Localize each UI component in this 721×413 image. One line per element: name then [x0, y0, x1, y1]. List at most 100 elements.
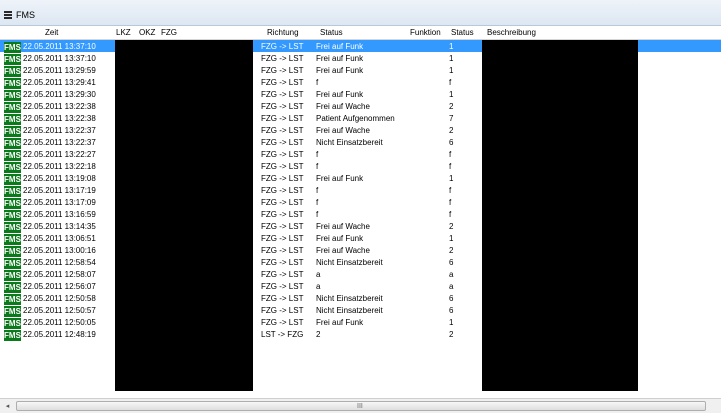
table-header: Zeit LKZ OKZ FZG Richtung Status Funktio… — [0, 26, 721, 40]
cell-status-text: Frei auf Wache — [316, 221, 370, 231]
fms-badge-icon: FMS — [4, 293, 21, 305]
column-header-okz[interactable]: OKZ — [139, 28, 155, 37]
cell-zeit: 22.05.2011 13:37:10 — [23, 53, 96, 63]
cell-status-code: 2 — [449, 245, 454, 255]
cell-status-code: f — [449, 149, 452, 159]
scroll-thumb[interactable]: III — [16, 401, 706, 411]
fms-badge-icon: FMS — [4, 245, 21, 257]
cell-richtung: FZG -> LST — [261, 113, 304, 123]
cell-richtung: FZG -> LST — [261, 245, 304, 255]
cell-zeit: 22.05.2011 12:50:05 — [23, 317, 96, 327]
cell-status-code: 1 — [449, 41, 454, 51]
cell-richtung: FZG -> LST — [261, 89, 304, 99]
cell-richtung: FZG -> LST — [261, 305, 304, 315]
cell-status-code: 1 — [449, 173, 454, 183]
fms-badge-icon: FMS — [4, 53, 21, 65]
cell-status-code: 1 — [449, 233, 454, 243]
fms-badge-icon: FMS — [4, 233, 21, 245]
cell-status-text: Nicht Einsatzbereit — [316, 305, 383, 315]
cell-richtung: FZG -> LST — [261, 53, 304, 63]
cell-status-text: Frei auf Wache — [316, 245, 370, 255]
column-header-fzg[interactable]: FZG — [161, 28, 177, 37]
cell-zeit: 22.05.2011 13:22:18 — [23, 161, 96, 171]
cell-richtung: FZG -> LST — [261, 101, 304, 111]
cell-zeit: 22.05.2011 13:19:08 — [23, 173, 96, 183]
cell-status-code: 2 — [449, 125, 454, 135]
fms-badge-icon: FMS — [4, 221, 21, 233]
cell-richtung: FZG -> LST — [261, 197, 304, 207]
fms-badge-icon: FMS — [4, 77, 21, 89]
column-header-beschreibung[interactable]: Beschreibung — [487, 28, 536, 37]
cell-zeit: 22.05.2011 12:50:57 — [23, 305, 96, 315]
cell-zeit: 22.05.2011 13:29:59 — [23, 65, 96, 75]
window-titlebar: FMS — [0, 0, 721, 26]
cell-status-text: Frei auf Funk — [316, 89, 364, 99]
cell-zeit: 22.05.2011 13:29:30 — [23, 89, 96, 99]
cell-status-text: 2 — [316, 329, 321, 339]
cell-status-code: 6 — [449, 257, 454, 267]
cell-richtung: FZG -> LST — [261, 173, 304, 183]
cell-zeit: 22.05.2011 12:50:58 — [23, 293, 96, 303]
cell-status-text: Frei auf Funk — [316, 317, 364, 327]
cell-zeit: 22.05.2011 13:17:09 — [23, 197, 96, 207]
cell-richtung: FZG -> LST — [261, 41, 304, 51]
cell-zeit: 22.05.2011 13:22:38 — [23, 113, 96, 123]
fms-badge-icon: FMS — [4, 209, 21, 221]
fms-badge-icon: FMS — [4, 329, 21, 341]
cell-status-text: a — [316, 281, 321, 291]
cell-richtung: FZG -> LST — [261, 269, 304, 279]
cell-status-text: Nicht Einsatzbereit — [316, 257, 383, 267]
cell-status-code: f — [449, 185, 452, 195]
cell-zeit: 22.05.2011 13:22:27 — [23, 149, 96, 159]
column-header-richtung[interactable]: Richtung — [267, 28, 299, 37]
redaction-block — [115, 40, 253, 391]
column-header-status[interactable]: Status — [320, 28, 343, 37]
cell-status-code: f — [449, 77, 452, 87]
cell-richtung: FZG -> LST — [261, 221, 304, 231]
fms-badge-icon: FMS — [4, 161, 21, 173]
cell-status-text: Frei auf Wache — [316, 101, 370, 111]
cell-status-code: 1 — [449, 53, 454, 63]
fms-badge-icon: FMS — [4, 125, 21, 137]
cell-richtung: FZG -> LST — [261, 209, 304, 219]
fms-badge-icon: FMS — [4, 65, 21, 77]
column-header-zeit[interactable]: Zeit — [45, 28, 58, 37]
cell-status-code: 7 — [449, 113, 454, 123]
fms-badge-icon: FMS — [4, 113, 21, 125]
cell-richtung: FZG -> LST — [261, 317, 304, 327]
cell-status-code: 2 — [449, 101, 454, 111]
fms-badge-icon: FMS — [4, 317, 21, 329]
cell-status-code: 1 — [449, 65, 454, 75]
cell-status-code: 2 — [449, 221, 454, 231]
cell-zeit: 22.05.2011 13:22:37 — [23, 137, 96, 147]
cell-zeit: 22.05.2011 13:22:37 — [23, 125, 96, 135]
cell-status-text: f — [316, 149, 319, 159]
grip-icon: III — [357, 403, 363, 410]
column-header-funktion[interactable]: Funktion — [410, 28, 441, 37]
cell-richtung: FZG -> LST — [261, 161, 304, 171]
hamburger-icon[interactable] — [4, 11, 12, 19]
cell-status-text: f — [316, 185, 319, 195]
cell-status-code: f — [449, 197, 452, 207]
cell-zeit: 22.05.2011 12:56:07 — [23, 281, 96, 291]
column-header-lkz[interactable]: LKZ — [116, 28, 131, 37]
cell-zeit: 22.05.2011 13:29:41 — [23, 77, 96, 87]
cell-status-text: f — [316, 209, 319, 219]
fms-badge-icon: FMS — [4, 173, 21, 185]
fms-badge-icon: FMS — [4, 41, 21, 53]
cell-status-text: Nicht Einsatzbereit — [316, 293, 383, 303]
cell-zeit: 22.05.2011 12:58:07 — [23, 269, 96, 279]
cell-status-code: 1 — [449, 317, 454, 327]
cell-status-code: a — [449, 281, 454, 291]
cell-status-text: f — [316, 161, 319, 171]
cell-status-code: 1 — [449, 89, 454, 99]
cell-richtung: FZG -> LST — [261, 137, 304, 147]
cell-status-text: f — [316, 197, 319, 207]
column-header-status-code[interactable]: Status — [451, 28, 474, 37]
fms-badge-icon: FMS — [4, 197, 21, 209]
cell-status-text: Frei auf Funk — [316, 173, 364, 183]
redaction-block — [482, 40, 638, 391]
cell-richtung: LST -> FZG — [261, 329, 304, 339]
scroll-left-icon[interactable]: ◂ — [2, 401, 13, 412]
horizontal-scrollbar[interactable]: ◂ III — [0, 398, 721, 413]
